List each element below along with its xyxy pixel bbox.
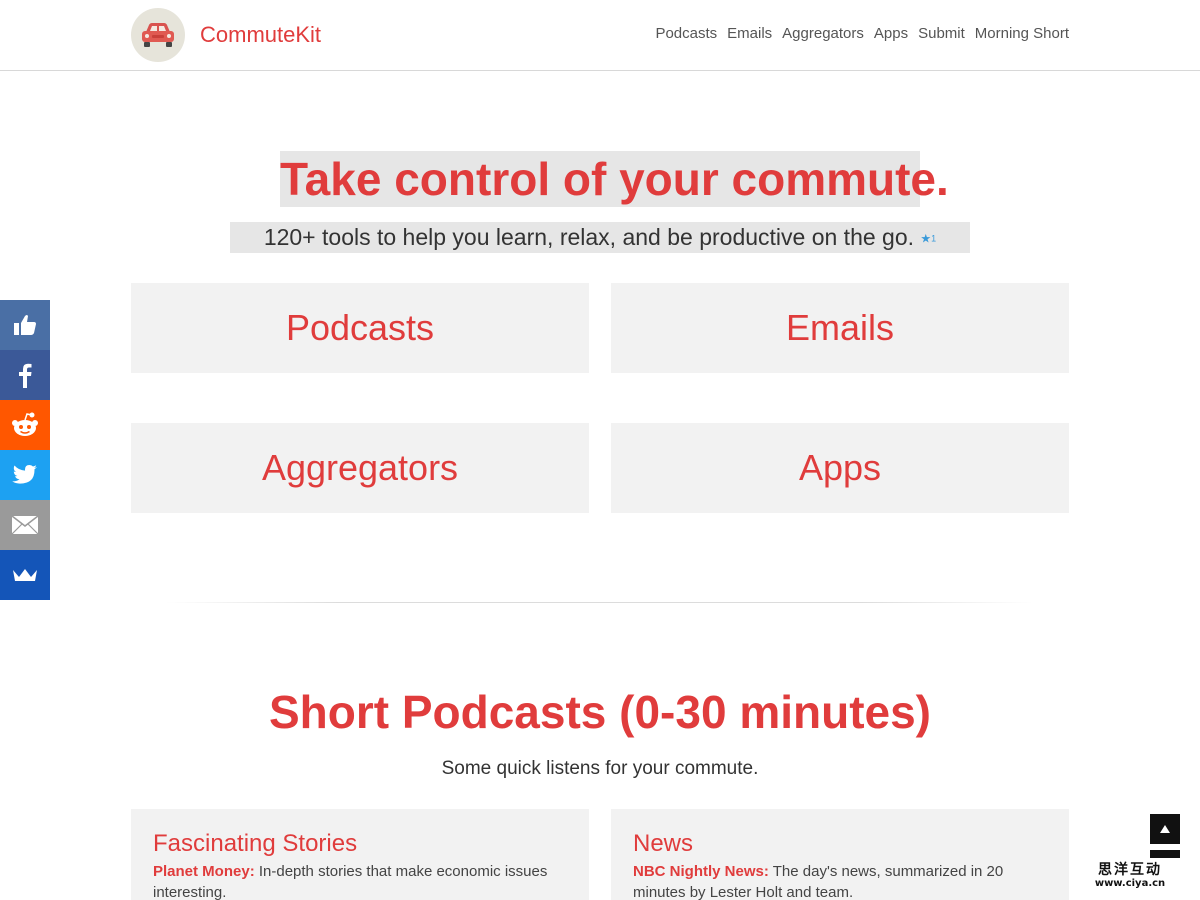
hero-subtitle-text: 120+ tools to help you learn, relax, and… bbox=[263, 224, 915, 250]
section-subtitle: Some quick listens for your commute. bbox=[441, 758, 759, 779]
reddit-share-button[interactable] bbox=[0, 400, 50, 450]
email-icon bbox=[11, 515, 39, 535]
star-count: 1 bbox=[931, 233, 937, 244]
hero-title: Take control of your commute. bbox=[280, 151, 949, 207]
nav-aggregators[interactable]: Aggregators bbox=[782, 25, 864, 42]
facebook-icon bbox=[19, 363, 32, 388]
nav-podcasts[interactable]: Podcasts bbox=[655, 25, 717, 42]
watermark-url: www.ciya.cn bbox=[1094, 878, 1166, 889]
nav-submit[interactable]: Submit bbox=[918, 25, 965, 42]
twitter-share-button[interactable] bbox=[0, 450, 50, 500]
card-title: News bbox=[633, 830, 694, 857]
logo-link[interactable]: CommuteKit bbox=[131, 8, 321, 62]
podcast-colon: : bbox=[249, 863, 255, 880]
facebook-share-button[interactable] bbox=[0, 350, 50, 400]
back-to-top-button[interactable] bbox=[1150, 814, 1180, 844]
card-text: NBC Nightly News: The day's news, summar… bbox=[633, 861, 1047, 900]
category-tile-podcasts[interactable]: Podcasts bbox=[131, 283, 589, 373]
watermark-text: 思洋互动 bbox=[1098, 862, 1162, 878]
nav-apps[interactable]: Apps bbox=[874, 25, 908, 42]
podcast-link-nbc-nightly-news[interactable]: NBC Nightly News bbox=[633, 863, 764, 880]
brand-name[interactable]: CommuteKit bbox=[200, 22, 321, 48]
sumo-share-button[interactable] bbox=[0, 550, 50, 600]
nav-emails[interactable]: Emails bbox=[727, 25, 772, 42]
category-tile-apps[interactable]: Apps bbox=[611, 423, 1069, 513]
hero-subtitle: 120+ tools to help you learn, relax, and… bbox=[230, 222, 970, 253]
card-title: Fascinating Stories bbox=[153, 830, 358, 857]
sumo-crown-icon bbox=[13, 569, 37, 581]
nav-morning-short[interactable]: Morning Short bbox=[975, 25, 1069, 42]
star-icon[interactable]: ★ bbox=[920, 231, 931, 245]
reddit-icon bbox=[12, 412, 38, 436]
section-title: Short Podcasts (0-30 minutes) bbox=[268, 686, 932, 738]
category-tile-emails[interactable]: Emails bbox=[611, 283, 1069, 373]
category-label: Aggregators bbox=[261, 447, 459, 488]
secondary-floating-button[interactable] bbox=[1150, 850, 1180, 858]
card-text: Planet Money: In-depth stories that make… bbox=[153, 861, 567, 900]
arrow-up-icon bbox=[1160, 825, 1170, 833]
category-label: Emails bbox=[785, 307, 895, 348]
section-divider bbox=[166, 602, 1034, 603]
email-share-button[interactable] bbox=[0, 500, 50, 550]
main-nav: Podcasts Emails Aggregators Apps Submit … bbox=[655, 25, 1069, 42]
twitter-icon bbox=[12, 465, 37, 484]
top-navigation-bar: CommuteKit Podcasts Emails Aggregators A… bbox=[0, 0, 1200, 71]
car-logo-icon bbox=[131, 8, 185, 62]
podcast-card-fascinating-stories: Fascinating Stories Planet Money: In-dep… bbox=[131, 809, 589, 900]
category-label: Podcasts bbox=[285, 307, 435, 348]
watermark: 思洋互动 www.ciya.cn bbox=[1090, 862, 1170, 890]
podcast-link-planet-money[interactable]: Planet Money bbox=[153, 863, 250, 880]
thumbs-up-icon bbox=[14, 315, 36, 335]
category-label: Apps bbox=[798, 447, 882, 488]
social-share-sidebar bbox=[0, 300, 50, 600]
podcast-colon: : bbox=[763, 863, 769, 880]
category-tile-aggregators[interactable]: Aggregators bbox=[131, 423, 589, 513]
like-button[interactable] bbox=[0, 300, 50, 350]
podcast-card-news: News NBC Nightly News: The day's news, s… bbox=[611, 809, 1069, 900]
